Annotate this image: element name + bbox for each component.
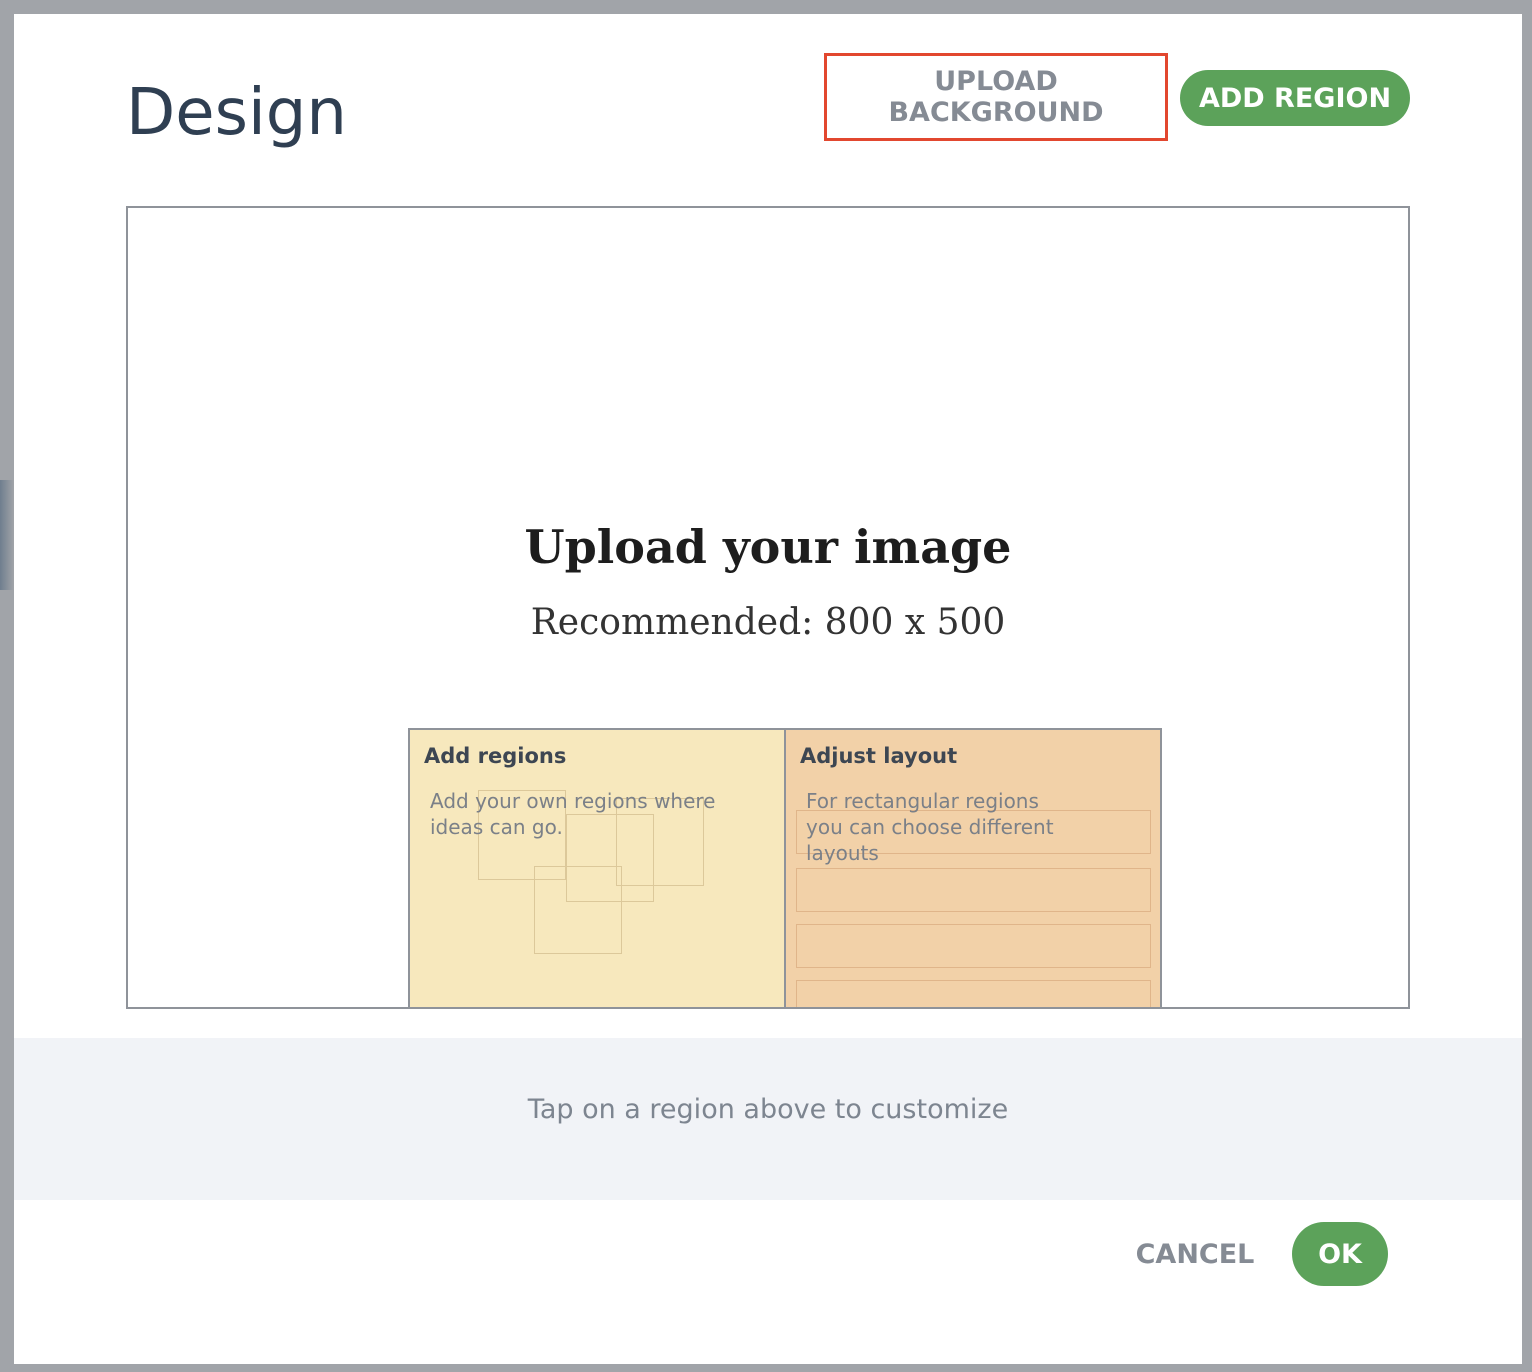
- panel-description: Add your own regions where ideas can go.: [430, 789, 716, 839]
- upload-recommendation: Recommended: 800 x 500: [530, 602, 1006, 643]
- panel-title: Adjust layout: [800, 744, 958, 768]
- add-regions-panel[interactable]: Add regions Add your own regions where i…: [408, 728, 786, 1007]
- backdrop-edge: [0, 480, 14, 590]
- design-dialog: Design UPLOAD BACKGROUND ADD REGION Uplo…: [14, 14, 1522, 1364]
- design-canvas[interactable]: Upload your image Recommended: 800 x 500…: [126, 206, 1410, 1009]
- adjust-layout-panel[interactable]: Adjust layout For rectangular regions yo…: [784, 728, 1162, 1007]
- panel-title: Add regions: [424, 744, 567, 768]
- customize-hint-band: Tap on a region above to customize: [14, 1038, 1522, 1200]
- customize-hint: Tap on a region above to customize: [527, 1094, 1009, 1125]
- layout-row-illustration: [796, 924, 1151, 968]
- upload-background-button[interactable]: UPLOAD BACKGROUND: [824, 53, 1168, 141]
- ok-button[interactable]: OK: [1292, 1222, 1388, 1286]
- add-region-button[interactable]: ADD REGION: [1180, 70, 1410, 126]
- panel-description: For rectangular regions you can choose d…: [806, 789, 1054, 865]
- dialog-title: Design: [126, 76, 347, 150]
- region-illustration-box: [534, 866, 622, 954]
- layout-row-illustration: [796, 980, 1151, 1007]
- layout-row-illustration: [796, 868, 1151, 912]
- upload-heading: Upload your image: [524, 520, 1012, 574]
- cancel-button[interactable]: CANCEL: [1126, 1226, 1264, 1282]
